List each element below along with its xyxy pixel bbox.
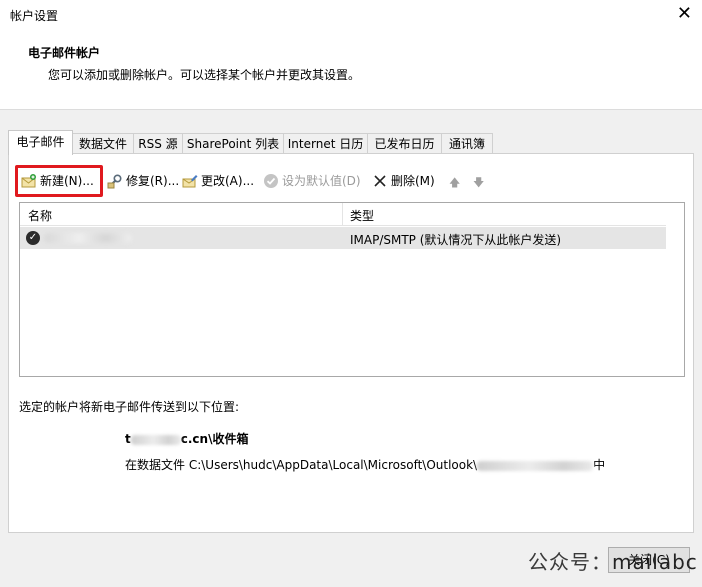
column-separator[interactable]	[342, 203, 343, 225]
title-bar: 帐户设置 ✕	[0, 0, 702, 30]
section-heading: 电子邮件帐户	[28, 46, 101, 60]
watermark: 公众号：mailabc	[528, 546, 698, 575]
delete-x-icon	[372, 173, 388, 189]
column-header-type[interactable]: 类型	[350, 207, 374, 224]
section-description: 您可以添加或删除帐户。可以选择某个帐户并更改其设置。	[48, 68, 361, 82]
repair-button[interactable]: 修复(R)...	[107, 170, 179, 192]
move-down-icon[interactable]: 🡇	[473, 174, 484, 193]
remove-button[interactable]: 删除(M)	[372, 170, 435, 192]
set-default-label: 设为默认值(D)	[282, 174, 361, 188]
account-row[interactable]: ✓ IMAP/SMTP (默认情况下从此帐户发送)	[20, 227, 666, 249]
tab-internet-calendars[interactable]: Internet 日历	[283, 133, 368, 154]
tab-sharepoint-lists[interactable]: SharePoint 列表	[182, 133, 284, 154]
set-default-button[interactable]: 设为默认值(D)	[263, 170, 361, 192]
watermark-prefix: 公众号：	[528, 550, 612, 574]
delivery-label: 选定的帐户将新电子邮件传送到以下位置:	[19, 400, 240, 414]
move-up-icon[interactable]: 🡅	[449, 174, 460, 193]
email-tab-panel: 新建(N)... 修复(R)... 更改(A)... 设为默认值(D) 删除(M…	[8, 153, 694, 533]
delivery-folder-prefix: t	[125, 432, 131, 446]
repair-label: 修复(R)...	[126, 174, 180, 188]
remove-label: 删除(M)	[391, 174, 435, 188]
delivery-folder-suffix: c.cn\收件箱	[180, 432, 249, 446]
delivery-folder: t c.cn\收件箱	[125, 430, 248, 447]
tab-rss-feeds[interactable]: RSS 源	[133, 133, 183, 154]
list-header: 名称 类型	[20, 203, 666, 226]
change-button[interactable]: 更改(A)...	[182, 170, 254, 192]
delivery-path: 在数据文件 C:\Users\hudc\AppData\Local\Micros…	[125, 456, 605, 473]
change-icon	[182, 173, 198, 189]
redacted-text	[130, 434, 181, 445]
delivery-path-suffix: 中	[593, 458, 606, 472]
tab-address-books[interactable]: 通讯簿	[441, 133, 493, 154]
change-label: 更改(A)...	[201, 174, 255, 188]
tab-published-calendars[interactable]: 已发布日历	[367, 133, 442, 154]
header-area: 电子邮件帐户 您可以添加或删除帐户。可以选择某个帐户并更改其设置。	[0, 30, 702, 110]
redacted-text	[477, 460, 594, 471]
repair-icon	[107, 173, 123, 189]
tab-email[interactable]: 电子邮件	[8, 130, 73, 155]
new-button-highlight	[15, 165, 103, 197]
account-type: IMAP/SMTP (默认情况下从此帐户发送)	[350, 233, 562, 247]
window-title: 帐户设置	[10, 9, 59, 23]
column-header-name[interactable]: 名称	[28, 207, 52, 224]
watermark-account: mailabc	[612, 550, 698, 574]
account-name-redacted	[44, 233, 132, 243]
close-icon[interactable]: ✕	[677, 4, 692, 24]
default-account-check-icon: ✓	[26, 231, 40, 245]
delivery-path-prefix: 在数据文件 C:\Users\hudc\AppData\Local\Micros…	[125, 458, 478, 472]
check-circle-icon	[263, 173, 279, 189]
account-list: 名称 类型 ✓ IMAP/SMTP (默认情况下从此帐户发送)	[19, 202, 685, 377]
tab-data-files[interactable]: 数据文件	[72, 133, 134, 154]
